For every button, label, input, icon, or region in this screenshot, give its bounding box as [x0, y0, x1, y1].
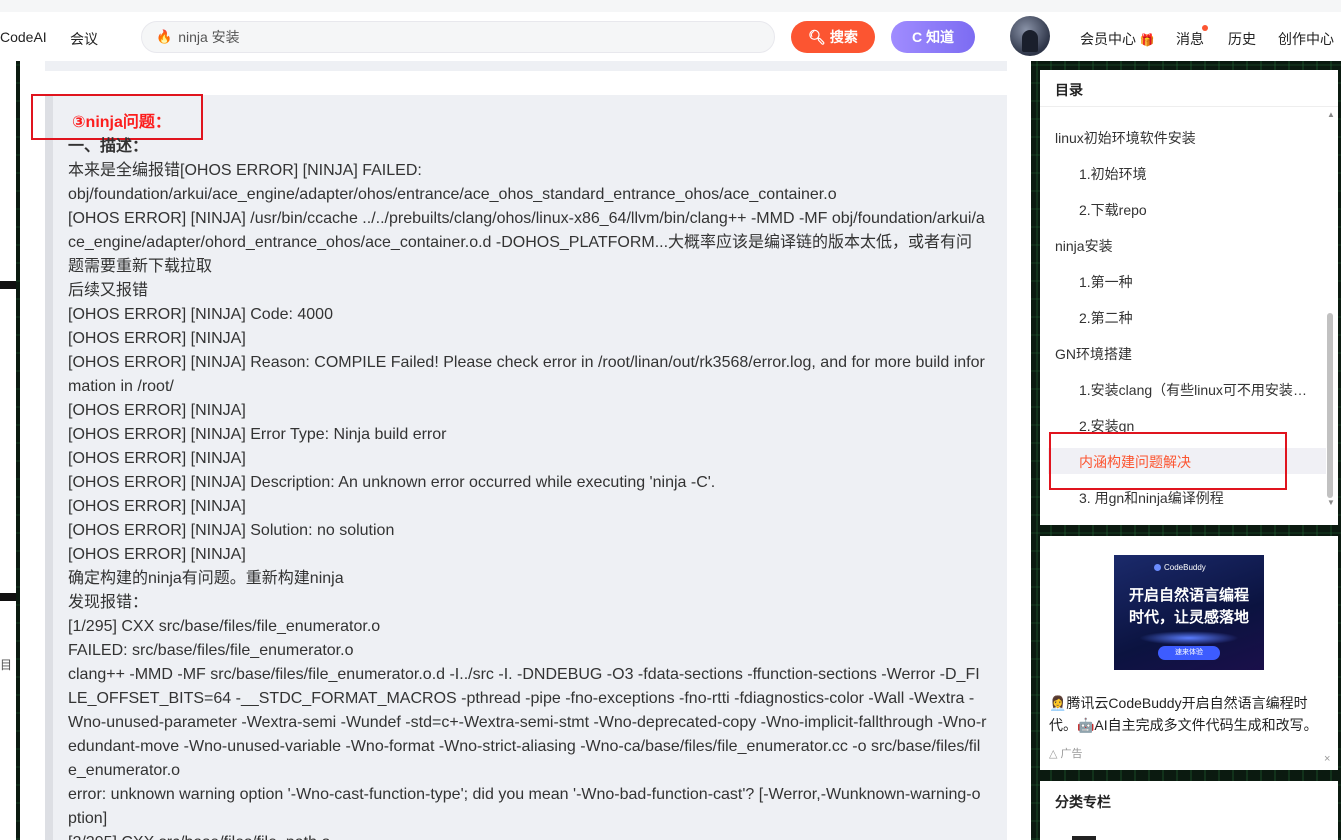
article-line: [OHOS ERROR] [NINJA] Code: 4000 [68, 306, 333, 323]
nav-meeting[interactable]: 会议 [70, 29, 98, 49]
description-heading: 一、描述： [68, 138, 149, 155]
toc-scrollbar-thumb[interactable] [1327, 313, 1333, 498]
close-icon[interactable]: × [1324, 753, 1330, 765]
article-line: [OHOS ERROR] [NINJA] [68, 546, 246, 563]
article-content: ③ninja问题： 一、描述： 本来是全编报错[OHOS ERROR] [NIN… [68, 111, 988, 840]
gift-icon: 🎁 [1139, 33, 1155, 47]
ad-headline: 开启自然语言编程 时代，让灵感落地 [1114, 585, 1264, 629]
nav-vip-center[interactable]: 会员中心 🎁 [1080, 29, 1155, 49]
codebuddy-logo-icon [1154, 564, 1161, 571]
article-line: [OHOS ERROR] [NINJA] [68, 450, 246, 467]
toc-item[interactable]: 2.第二种 [1079, 308, 1133, 328]
article-line: [OHOS ERROR] [NINJA] [68, 498, 246, 515]
category-title: 分类专栏 [1055, 794, 1111, 810]
article-line: [OHOS ERROR] [NINJA] Error Type: Ninja b… [68, 426, 447, 443]
article-line: [OHOS ERROR] [NINJA] Reason: COMPILE Fai… [68, 354, 985, 395]
toc-item[interactable]: GN环境搭建 [1055, 344, 1132, 364]
notification-dot [1202, 25, 1208, 31]
ad-label: △ 广告 [1049, 745, 1083, 761]
search-button[interactable]: 🔍︎ 搜索 [791, 21, 875, 53]
toc-item[interactable]: linux初始环境软件安装 [1055, 128, 1196, 148]
article-line: FAILED: src/base/files/file_enumerator.o [68, 642, 354, 659]
toc-item[interactable]: 1.第一种 [1079, 272, 1133, 292]
article-line: 后续又报错 [68, 282, 149, 299]
nav-messages[interactable]: 消息 [1176, 29, 1204, 49]
article-line: 确定构建的ninja有问题。重新构建ninja [68, 570, 344, 587]
ad-text[interactable]: 👩‍💼腾讯云CodeBuddy开启自然语言编程时代。🤖AI自主完成多文件代码生成… [1049, 692, 1331, 736]
divider [0, 593, 16, 601]
table-of-contents: 目录 linux初始环境软件安装 1.初始环境 2.下载repo ninja安装 1.第… [1040, 70, 1338, 525]
scroll-down-icon[interactable]: ▼ [1327, 498, 1335, 507]
article-line: [OHOS ERROR] [NINJA] /usr/bin/ccache ../… [68, 210, 985, 275]
ad-headline-line1: 开启自然语言编程 [1128, 587, 1249, 604]
article-line: 发现报错： [68, 594, 149, 611]
article-line: 本来是全编报错[OHOS ERROR] [NINJA] FAILED: [68, 162, 422, 179]
search-button-label: 搜索 [829, 29, 858, 45]
toc-item[interactable]: 2.下载repo [1079, 200, 1147, 220]
divider [0, 281, 16, 289]
top-navbar: CodeAI 会议 🔥 🔍︎ 搜索 C 知道 会员中心 🎁 消息 历史 创作中心 [0, 0, 1341, 61]
article-line: clang++ -MMD -MF src/base/files/file_enu… [68, 666, 987, 779]
ad-cta-button[interactable]: 速来体验 [1158, 646, 1220, 660]
previous-code-block [45, 61, 1007, 71]
article-line: [OHOS ERROR] [NINJA] Description: An unk… [68, 474, 716, 491]
nav-creator-center[interactable]: 创作中心 [1278, 29, 1334, 49]
article-line: [1/295] CXX src/base/files/file_enumerat… [68, 618, 381, 635]
user-avatar[interactable] [1010, 16, 1050, 56]
ad-tag-icon: △ [1049, 748, 1058, 760]
toc-item[interactable]: 3. 用gn和ninja编译例程 [1079, 488, 1224, 508]
highlight-box-toc [1049, 432, 1287, 490]
ad-glow [1139, 631, 1239, 645]
scroll-up-icon[interactable]: ▲ [1327, 110, 1335, 119]
toc-scrollbar[interactable] [1327, 118, 1333, 498]
ad-card[interactable]: CodeBuddy 开启自然语言编程 时代，让灵感落地 速来体验 👩‍💼腾讯云C… [1040, 536, 1338, 770]
section-heading-ninja: ③ninja问题： [72, 114, 171, 131]
ad-banner-image[interactable]: CodeBuddy 开启自然语言编程 时代，让灵感落地 速来体验 [1114, 555, 1264, 670]
article-lines: 本来是全编报错[OHOS ERROR] [NINJA] FAILED: obj/f… [68, 159, 988, 840]
article-line: [OHOS ERROR] [NINJA] [68, 402, 246, 419]
toc-title: 目录 [1055, 82, 1083, 98]
search-box[interactable]: 🔥 [141, 21, 775, 53]
nav-codeai[interactable]: CodeAI [0, 29, 47, 45]
search-icon: 🔍︎ [808, 28, 826, 45]
ad-label-text: 广告 [1060, 748, 1083, 760]
article-line: [OHOS ERROR] [NINJA] [68, 330, 246, 347]
zhidao-c-icon: C [911, 29, 923, 45]
left-edge-panel: 目 [0, 61, 16, 840]
toc-item[interactable]: 1.初始环境 [1079, 164, 1147, 184]
search-input[interactable] [178, 29, 739, 45]
article-line: error: unknown warning option '-Wno-cast… [68, 786, 981, 827]
ad-brand: CodeBuddy [1164, 563, 1206, 572]
category-column-card: 分类专栏 [1040, 781, 1338, 840]
left-edge-char: 目 [0, 658, 13, 672]
nav-vip-label: 会员中心 [1080, 31, 1136, 47]
divider [1040, 106, 1338, 107]
article-line: obj/foundation/arkui/ace_engine/adapter/… [68, 186, 837, 203]
ad-headline-line2: 时代，让灵感落地 [1128, 609, 1249, 626]
category-thumbnail[interactable] [1072, 836, 1096, 840]
article-line: [OHOS ERROR] [NINJA] Solution: no soluti… [68, 522, 395, 539]
nav-history[interactable]: 历史 [1228, 29, 1256, 49]
article-main: ③ninja问题： 一、描述： 本来是全编报错[OHOS ERROR] [NIN… [20, 61, 1031, 840]
toc-item[interactable]: ninja安装 [1055, 236, 1113, 256]
toc-item[interactable]: 1.安装clang（有些linux可不用安装，可跳过此步骤） [1079, 380, 1307, 400]
zhidao-button[interactable]: C 知道 [891, 21, 975, 53]
fire-icon: 🔥 [156, 29, 173, 44]
article-line: [2/295] CXX src/base/files/file_path.o [68, 831, 988, 840]
zhidao-button-label: 知道 [926, 29, 955, 45]
